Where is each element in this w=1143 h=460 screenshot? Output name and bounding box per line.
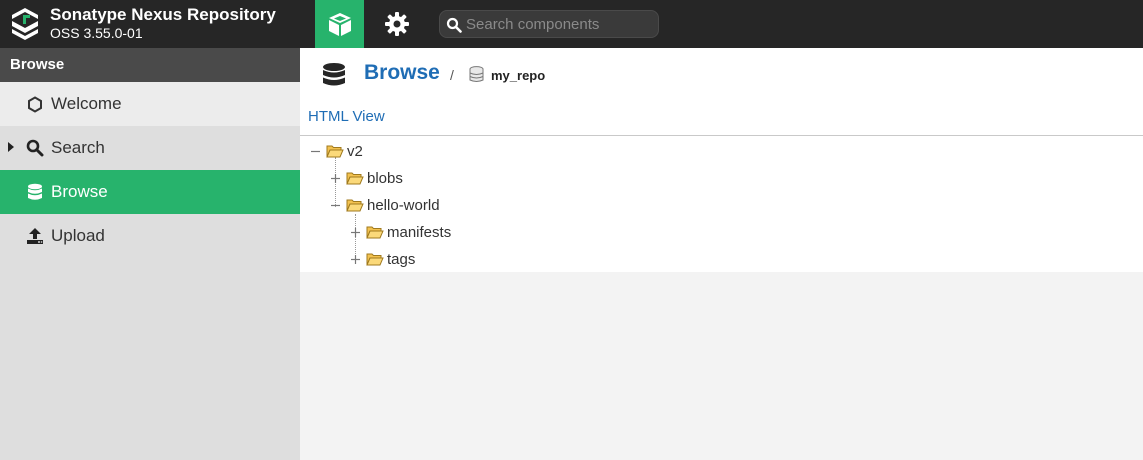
main-content: Browse / my_repo HTML View v2 blobs hell… <box>300 48 1143 460</box>
search-icon <box>446 17 462 33</box>
tree-node-label: manifests <box>387 223 452 241</box>
folder-open-icon <box>366 253 384 265</box>
expand-icon[interactable] <box>350 254 361 265</box>
repository-icon <box>469 66 484 82</box>
search-box[interactable] <box>439 10 659 38</box>
collapse-icon[interactable] <box>330 200 341 211</box>
gear-icon <box>384 12 409 36</box>
sidebar-item-welcome[interactable]: Welcome <box>0 82 300 126</box>
settings-button[interactable] <box>372 0 421 48</box>
app-version: OSS 3.55.0-01 <box>50 25 143 41</box>
breadcrumb-browse-link[interactable]: Browse <box>364 61 440 85</box>
tree-node-tags[interactable]: tags <box>350 248 415 270</box>
tree-node-label: tags <box>387 250 416 268</box>
breadcrumb-separator: / <box>450 67 454 83</box>
sidebar-item-label: Browse <box>51 182 108 201</box>
browse-mode-button[interactable] <box>315 0 364 48</box>
database-icon <box>24 183 46 202</box>
sidebar-item-search[interactable]: Search <box>0 126 300 170</box>
collapse-icon[interactable] <box>310 146 321 157</box>
sidebar: Browse Welcome Search Browse Upload <box>0 48 300 460</box>
brand[interactable]: Sonatype Nexus Repository OSS 3.55.0-01 <box>0 0 300 48</box>
sidebar-item-label: Upload <box>51 226 105 245</box>
tree-node-v2[interactable]: v2 <box>310 140 363 162</box>
folder-open-icon <box>346 172 364 184</box>
sidebar-item-upload[interactable]: Upload <box>0 214 300 258</box>
cube-icon <box>328 13 351 36</box>
search-input[interactable] <box>466 14 654 34</box>
expand-icon[interactable] <box>330 173 341 184</box>
database-icon <box>323 63 345 86</box>
nexus-logo-icon <box>12 8 38 40</box>
expand-arrow-icon[interactable] <box>8 142 14 152</box>
breadcrumb: Browse / my_repo <box>300 48 1143 104</box>
html-view-link[interactable]: HTML View <box>308 108 385 125</box>
sidebar-item-label: Search <box>51 138 105 157</box>
folder-open-icon <box>326 145 344 157</box>
breadcrumb-repo: my_repo <box>491 68 546 83</box>
folder-open-icon <box>366 226 384 238</box>
tree-node-label: hello-world <box>367 196 440 214</box>
tree-node-manifests[interactable]: manifests <box>350 221 451 243</box>
tree-node-label: blobs <box>367 169 403 187</box>
hexagon-icon <box>24 95 46 113</box>
app-title: Sonatype Nexus Repository <box>50 5 276 24</box>
tree-node-blobs[interactable]: blobs <box>330 167 403 189</box>
top-bar: Sonatype Nexus Repository OSS 3.55.0-01 <box>0 0 1143 48</box>
sidebar-item-browse[interactable]: Browse <box>0 170 300 214</box>
sidebar-title: Browse <box>0 48 300 82</box>
browse-panel: Browse / my_repo HTML View v2 blobs hell… <box>300 48 1143 272</box>
sidebar-item-label: Welcome <box>51 94 122 113</box>
upload-icon <box>24 227 46 245</box>
folder-open-icon <box>346 199 364 211</box>
tree-node-hello-world[interactable]: hello-world <box>330 194 440 216</box>
divider <box>300 135 1143 136</box>
tree-node-label: v2 <box>347 142 363 160</box>
expand-icon[interactable] <box>350 227 361 238</box>
search-icon <box>24 139 46 157</box>
